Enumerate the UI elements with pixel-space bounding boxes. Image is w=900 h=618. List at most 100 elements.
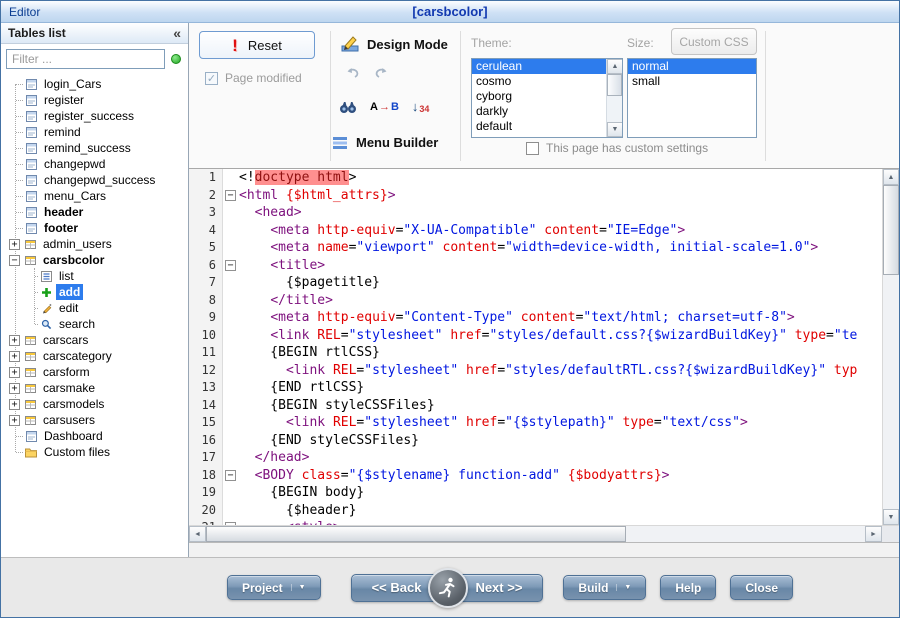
tree-item-admin-users[interactable]: + admin_users <box>1 236 188 252</box>
code-line[interactable]: 19 {BEGIN body} <box>189 484 882 502</box>
scroll-up-icon[interactable]: ▲ <box>883 169 899 185</box>
page-icon <box>24 158 38 171</box>
tree-item-header[interactable]: header <box>1 204 188 220</box>
vscroll-thumb[interactable] <box>883 185 899 275</box>
tree-item-carscategory[interactable]: +carscategory <box>1 348 188 364</box>
collapse-fold-icon[interactable]: − <box>225 190 236 201</box>
expand-node-icon[interactable]: + <box>9 415 20 426</box>
tree-item-carsbcolor[interactable]: −carsbcolor <box>1 252 188 268</box>
tree-item-list[interactable]: list <box>1 268 188 284</box>
code-line[interactable]: 10 <link REL="stylesheet" href="styles/d… <box>189 327 882 345</box>
code-editor-body[interactable]: 1<!doctype html>2−<html {$html_attrs}>3 … <box>189 169 899 525</box>
scroll-left-icon[interactable]: ◄ <box>189 526 206 542</box>
custom-settings-checkbox[interactable]: This page has custom settings <box>526 141 708 155</box>
tree-item-custom-files[interactable]: Custom files <box>1 444 188 460</box>
code-line[interactable]: 6− <title> <box>189 257 882 275</box>
tree-item-carsusers[interactable]: +carsusers <box>1 412 188 428</box>
menu-builder-button[interactable]: Menu Builder <box>332 135 438 150</box>
reset-button[interactable]: ! Reset <box>199 31 315 59</box>
tree-item-carsmake[interactable]: +carsmake <box>1 380 188 396</box>
build-button[interactable]: Build ▼ <box>563 575 646 600</box>
theme-option-cerulean[interactable]: cerulean <box>472 59 606 74</box>
expand-node-icon[interactable]: + <box>9 399 20 410</box>
tree-item-edit[interactable]: edit <box>1 300 188 316</box>
collapse-fold-icon[interactable]: − <box>225 470 236 481</box>
tree-item-add[interactable]: add <box>1 284 188 300</box>
code-line[interactable]: 4 <meta http-equiv="X-UA-Compatible" con… <box>189 222 882 240</box>
find-icon[interactable] <box>339 100 357 114</box>
goto-line-icon[interactable]: ↓34 <box>412 99 430 114</box>
tree-item-footer[interactable]: footer <box>1 220 188 236</box>
theme-option-cosmo[interactable]: cosmo <box>472 74 606 89</box>
replace-icon[interactable]: A→B <box>370 101 399 113</box>
tree-item-login-cars[interactable]: login_Cars <box>1 76 188 92</box>
scroll-thumb[interactable] <box>607 74 622 96</box>
size-option-small[interactable]: small <box>628 74 756 89</box>
tree-item-carsform[interactable]: +carsform <box>1 364 188 380</box>
scroll-down-icon[interactable]: ▼ <box>883 509 899 525</box>
size-option-normal[interactable]: normal <box>628 59 756 74</box>
code-line[interactable]: 1<!doctype html> <box>189 169 882 187</box>
code-line[interactable]: 20 {$header} <box>189 502 882 520</box>
run-app-icon[interactable] <box>428 568 468 608</box>
tree-item-register-success[interactable]: register_success <box>1 108 188 124</box>
tree-item-carsmodels[interactable]: +carsmodels <box>1 396 188 412</box>
tree-item-menu-cars[interactable]: menu_Cars <box>1 188 188 204</box>
code-line[interactable]: 16 {END styleCSSFiles} <box>189 432 882 450</box>
tree-item-search[interactable]: search <box>1 316 188 332</box>
code-line[interactable]: 14 {BEGIN styleCSSFiles} <box>189 397 882 415</box>
code-line[interactable]: 7 {$pagetitle} <box>189 274 882 292</box>
tree-item-changepwd-success[interactable]: changepwd_success <box>1 172 188 188</box>
page-modified-checkbox[interactable]: ✓ Page modified <box>205 71 302 85</box>
expand-node-icon[interactable]: + <box>9 351 20 362</box>
hscroll-thumb[interactable] <box>206 526 626 542</box>
code-line[interactable]: 11 {BEGIN rtlCSS} <box>189 344 882 362</box>
size-listbox[interactable]: normalsmall <box>627 58 757 138</box>
tree-item-dashboard[interactable]: Dashboard <box>1 428 188 444</box>
tree-item-register[interactable]: register <box>1 92 188 108</box>
scroll-up-icon[interactable]: ▲ <box>607 59 623 74</box>
close-button[interactable]: Close <box>730 575 793 600</box>
code-line[interactable]: 2−<html {$html_attrs}> <box>189 187 882 205</box>
code-line[interactable]: 3 <head> <box>189 204 882 222</box>
code-line[interactable]: 12 <link REL="stylesheet" href="styles/d… <box>189 362 882 380</box>
tree-item-remind-success[interactable]: remind_success <box>1 140 188 156</box>
line-number: 12 <box>189 362 223 380</box>
code-line[interactable]: 18− <BODY class="{$stylename} function-a… <box>189 467 882 485</box>
expand-node-icon[interactable]: + <box>9 335 20 346</box>
collapse-panel-icon[interactable]: « <box>173 26 181 40</box>
tree-item-carscars[interactable]: +carscars <box>1 332 188 348</box>
collapse-fold-icon[interactable]: − <box>225 260 236 271</box>
code-lines[interactable]: 1<!doctype html>2−<html {$html_attrs}>3 … <box>189 169 882 525</box>
filter-input[interactable] <box>6 49 165 69</box>
expand-node-icon[interactable]: + <box>9 367 20 378</box>
code-line[interactable]: 15 <link REL="stylesheet" href="{$stylep… <box>189 414 882 432</box>
theme-option-darkly[interactable]: darkly <box>472 104 606 119</box>
scroll-down-icon[interactable]: ▼ <box>607 122 623 137</box>
expand-node-icon[interactable]: + <box>9 239 20 250</box>
theme-option-cyborg[interactable]: cyborg <box>472 89 606 104</box>
theme-listbox[interactable]: ceruleancosmocyborgdarklydefault ▲ ▼ <box>471 58 623 138</box>
project-button[interactable]: Project ▼ <box>227 575 321 600</box>
expand-node-icon[interactable]: + <box>9 383 20 394</box>
redo-icon[interactable] <box>373 67 389 79</box>
editor-vertical-scrollbar[interactable]: ▲ ▼ <box>882 169 899 525</box>
scroll-right-icon[interactable]: ► <box>865 526 882 542</box>
collapse-node-icon[interactable]: − <box>9 255 20 266</box>
editor-horizontal-scrollbar[interactable]: ◄ ► <box>189 525 899 542</box>
code-line[interactable]: 17 </head> <box>189 449 882 467</box>
custom-css-button[interactable]: Custom CSS <box>671 28 757 55</box>
code-line[interactable]: 13 {END rtlCSS} <box>189 379 882 397</box>
design-mode-button[interactable]: Design Mode <box>341 35 448 53</box>
tree-item-changepwd[interactable]: changepwd <box>1 156 188 172</box>
theme-option-default[interactable]: default <box>472 119 606 134</box>
code-editor[interactable]: 1<!doctype html>2−<html {$html_attrs}>3 … <box>189 169 899 543</box>
code-line[interactable]: 9 <meta http-equiv="Content-Type" conten… <box>189 309 882 327</box>
theme-list-scrollbar[interactable]: ▲ ▼ <box>606 59 622 137</box>
tree-item-label: admin_users <box>40 236 115 252</box>
undo-icon[interactable] <box>345 67 361 79</box>
tree-item-remind[interactable]: remind <box>1 124 188 140</box>
code-line[interactable]: 5 <meta name="viewport" content="width=d… <box>189 239 882 257</box>
help-button[interactable]: Help <box>660 575 716 600</box>
code-line[interactable]: 8 </title> <box>189 292 882 310</box>
